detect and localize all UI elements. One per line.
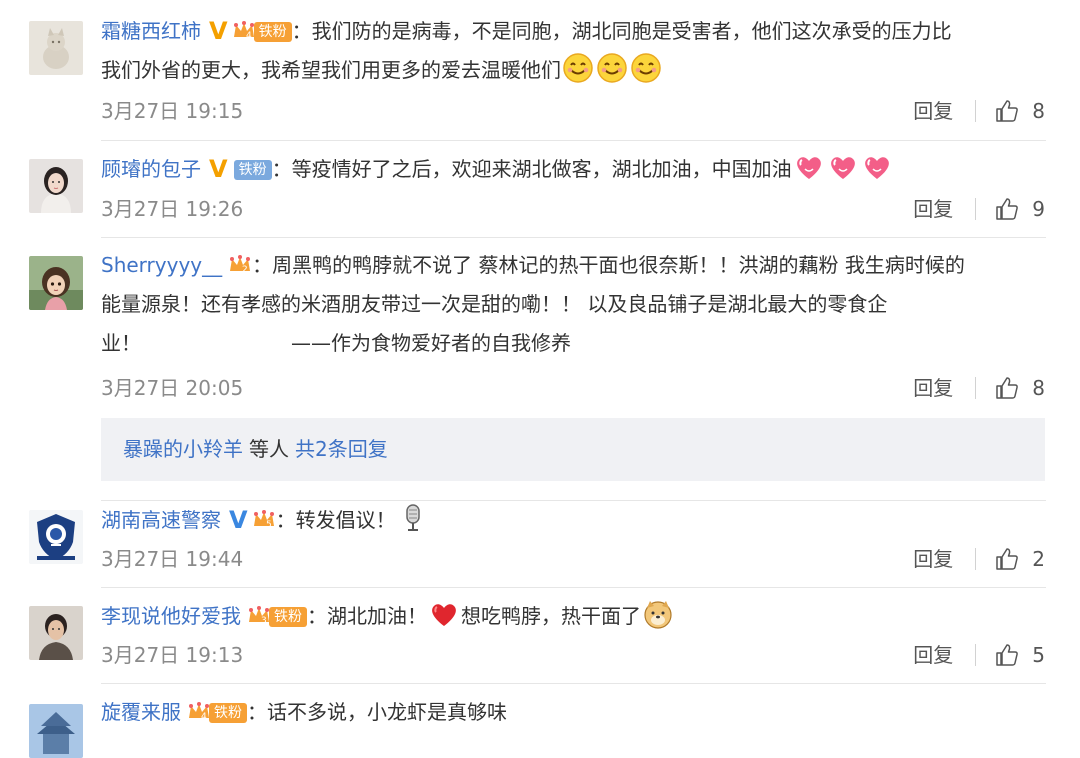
like-button[interactable]: 2: [994, 544, 1045, 574]
like-button[interactable]: 9: [994, 194, 1045, 224]
username[interactable]: 顾璿的包子: [101, 157, 201, 181]
like-count: 8: [1032, 376, 1045, 400]
fan-level-number: 4: [246, 31, 252, 40]
comment-actions: 回复 8: [913, 96, 1045, 126]
fan-badge: 铁粉: [253, 22, 292, 42]
username[interactable]: 霜糖西红柿: [101, 19, 201, 43]
replies-preview-text: 等人: [249, 437, 289, 461]
fan-badge: 铁粉: [209, 703, 247, 723]
like-button[interactable]: 5: [994, 640, 1045, 670]
comment-text: 转发倡议！: [295, 508, 396, 532]
fan-badge: 铁粉: [269, 607, 307, 627]
comment-text-continued: 能量源泉！还有孝感的米酒朋友带过一次是甜的嘞！！ 以及良品铺子是湖北最大的零食企: [101, 292, 888, 316]
comment-divider: [101, 237, 1046, 238]
fan-crown-icon: 3: [247, 605, 271, 625]
comment-timestamp: 3月27日 19:13: [101, 643, 244, 667]
comment-actions: 回复 2: [913, 544, 1045, 574]
fan-level-number: 2: [242, 265, 248, 274]
divider: [975, 644, 977, 666]
reply-button[interactable]: 回复: [913, 544, 953, 574]
heart-love-emoji-icon: [861, 151, 893, 183]
like-count: 9: [1032, 197, 1045, 221]
replies-preview[interactable]: 暴躁的小羚羊 等人 共2条回复: [101, 418, 1045, 481]
microphone-emoji-icon: [397, 502, 429, 534]
thumbs-up-icon: [996, 644, 1019, 666]
fan-level-number: 5: [266, 520, 272, 529]
smile-emoji-icon: [562, 52, 594, 84]
comment-timestamp: 3月27日 19:26: [101, 197, 244, 221]
comment-text: 话不多说，小龙虾是真够味: [267, 700, 507, 724]
fan-crown-icon: 5: [252, 509, 276, 529]
divider: [975, 548, 977, 570]
comment-text: 我们防的是病毒，不是同胞，湖北同胞是受害者，他们这次承受的压力比: [311, 19, 952, 43]
divider: [975, 377, 977, 399]
heart-emoji-icon: [428, 598, 460, 630]
comment-text-continued: 想吃鸭脖，热干面了: [461, 604, 641, 628]
thumbs-up-icon: [996, 100, 1019, 122]
girl-portrait-avatar[interactable]: [29, 159, 83, 213]
reply-button[interactable]: 回复: [913, 373, 953, 403]
comment-text: 等疫情好了之后，欢迎来湖北做客，湖北加油，中国加油: [291, 157, 792, 181]
comment-signature: ——作为食物爱好者的自我修养: [291, 331, 571, 355]
comment-body: 顾璿的包子 V 铁粉 ：等疫情好了之后，欢迎来湖北做客，湖北加油，中国加油: [101, 150, 1040, 189]
comment-divider: [101, 587, 1046, 588]
like-count: 2: [1032, 547, 1045, 571]
comment-body: 旋覆来服 4 铁粉 ：话不多说，小龙虾是真够味: [101, 700, 507, 724]
view-replies-link[interactable]: 共2条回复: [295, 437, 388, 461]
comment-text: 湖北加油！: [327, 604, 427, 628]
thumbs-up-icon: [996, 377, 1019, 399]
cat-statue-avatar[interactable]: [29, 21, 83, 75]
temple-avatar[interactable]: [29, 704, 83, 758]
smile-emoji-icon: [596, 52, 628, 84]
reply-button[interactable]: 回复: [913, 640, 953, 670]
like-count: 5: [1032, 643, 1045, 667]
comment-body: 湖南高速警察 V 5 ：转发倡议！: [101, 501, 1040, 540]
verified-orange-icon: V: [209, 17, 228, 45]
verified-orange-icon: V: [209, 155, 228, 183]
fan-crown-icon: 4: [187, 701, 211, 721]
heart-love-emoji-icon: [827, 151, 859, 183]
heart-love-emoji-icon: [793, 151, 825, 183]
reply-user-link[interactable]: 暴躁的小羚羊: [123, 437, 243, 461]
fan-badge: 铁粉: [233, 160, 272, 180]
comment-timestamp: 3月27日 19:15: [101, 99, 244, 123]
comment-divider: [101, 683, 1046, 684]
fan-level-number: 4: [201, 712, 207, 721]
comment-body: 霜糖西红柿 V 4 铁粉 ：我们防的是病毒，不是同胞，湖北同胞是受害者，他们这次承受的压…: [101, 17, 952, 84]
like-count: 8: [1032, 99, 1045, 123]
divider: [975, 100, 977, 122]
comment-divider: [101, 140, 1046, 141]
doge-emoji-icon: [642, 598, 674, 630]
like-button[interactable]: 8: [994, 96, 1045, 126]
reply-button[interactable]: 回复: [913, 194, 953, 224]
anime-girl-avatar[interactable]: [29, 256, 83, 310]
comment-body: 李现说他好爱我 3 铁粉 ：湖北加油！ 想吃鸭脖，热干面了: [101, 597, 1040, 636]
username[interactable]: 湖南高速警察: [101, 508, 221, 532]
username[interactable]: 旋覆来服: [101, 700, 181, 724]
comment-text: 周黑鸭的鸭脖就不说了 蔡林记的热干面也很奈斯！！洪湖的藕粉 我生病时候的: [272, 253, 965, 277]
man-portrait-avatar[interactable]: [29, 606, 83, 660]
verified-blue-icon: V: [229, 506, 248, 534]
fan-crown-icon: 4: [232, 20, 256, 40]
fan-crown-icon: 2: [228, 254, 252, 274]
comment-actions: 回复 5: [913, 640, 1045, 670]
comment-timestamp: 3月27日 19:44: [101, 547, 244, 571]
comment-timestamp: 3月27日 20:05: [101, 376, 244, 400]
comment-actions: 回复 9: [913, 194, 1045, 224]
reply-button[interactable]: 回复: [913, 96, 953, 126]
thumbs-up-icon: [996, 548, 1019, 570]
username[interactable]: Sherryyyy__: [101, 253, 222, 277]
police-emblem-avatar[interactable]: [29, 510, 83, 564]
like-button[interactable]: 8: [994, 373, 1045, 403]
smile-emoji-icon: [630, 52, 662, 84]
username[interactable]: 李现说他好爱我: [101, 604, 241, 628]
comment-text-continued: 业！: [101, 331, 141, 355]
fan-level-number: 3: [261, 616, 267, 625]
comment-body: Sherryyyy__ 2 ：周黑鸭的鸭脖就不说了 蔡林记的热干面也很奈斯！！洪湖的…: [101, 253, 965, 355]
divider: [975, 198, 977, 220]
comment-actions: 回复 8: [913, 373, 1045, 403]
thumbs-up-icon: [996, 198, 1019, 220]
comment-text-continued: 我们外省的更大，我希望我们用更多的爱去温暖他们: [101, 58, 561, 82]
